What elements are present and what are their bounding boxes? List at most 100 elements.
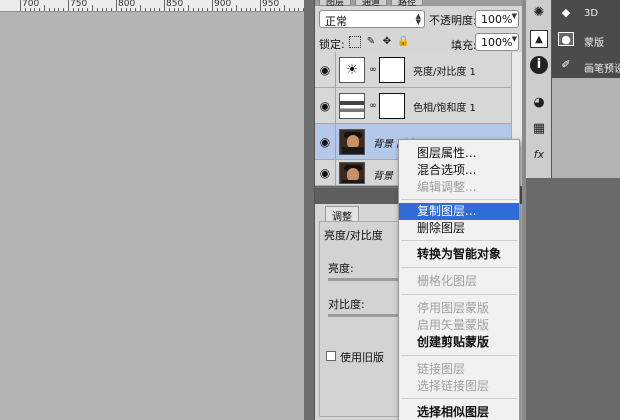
panel-tab-bar: 图层 通道 路径: [315, 0, 523, 6]
ruler-tick: [284, 5, 285, 11]
ruler-tick: [24, 8, 26, 11]
chevron-down-icon: ▼: [511, 35, 517, 43]
ruler-tick: [44, 5, 45, 11]
menu-item-layer-properties[interactable]: 图层属性...: [399, 145, 519, 162]
visibility-eye-icon[interactable]: ◉: [317, 165, 333, 181]
fx-icon[interactable]: fx: [530, 146, 548, 164]
ruler-tick: [58, 8, 60, 11]
ruler-tick: [264, 8, 266, 11]
ruler-tick: [236, 5, 237, 11]
menu-item-blending-options[interactable]: 混合选项...: [399, 162, 519, 179]
ruler-tick: [20, 0, 21, 11]
opacity-field[interactable]: 100% ▼: [475, 10, 519, 28]
layer-mask-thumbnail[interactable]: [379, 57, 405, 83]
visibility-eye-icon[interactable]: ◉: [317, 98, 333, 114]
ruler-tick: [48, 8, 50, 11]
dock-icon-strip: ✺ ▲ i ◕ ▦ fx: [526, 0, 552, 178]
visibility-eye-icon[interactable]: ◉: [317, 62, 333, 78]
ruler-tick: [202, 8, 204, 11]
ruler-tick: [188, 5, 189, 11]
tab-adjustments[interactable]: 调整: [325, 206, 359, 223]
ruler-tick: [226, 8, 228, 11]
ruler-tick: [140, 5, 141, 11]
menu-item-select-similar-layers[interactable]: 选择相似图层: [399, 404, 519, 420]
menu-item-create-clipping-mask[interactable]: 创建剪贴蒙版: [399, 334, 519, 351]
ruler-tick: [173, 8, 175, 11]
ruler-tick: [144, 8, 146, 11]
menu-item-delete-layer[interactable]: 删除图层: [399, 220, 519, 237]
menu-separator: [401, 267, 517, 268]
lock-label: 锁定:: [319, 38, 345, 51]
menu-item-select-linked-layers: 选择链接图层: [417, 379, 490, 393]
menu-item-convert-smart-object[interactable]: 转换为智能对象: [399, 246, 519, 263]
dock-background: [526, 178, 620, 420]
ruler-tick: [149, 8, 151, 11]
lock-all-icon[interactable]: 🔒: [397, 36, 409, 48]
blend-mode-select[interactable]: 正常 ▲ ▼: [319, 10, 425, 28]
ruler-tick: [240, 8, 242, 11]
tab-channels[interactable]: 通道: [355, 0, 388, 6]
legacy-checkbox[interactable]: [326, 351, 336, 361]
ruler-tick: [72, 8, 74, 11]
canvas-panel-divider[interactable]: [304, 0, 314, 420]
menu-separator: [401, 355, 517, 356]
contrast-label: 对比度:: [328, 298, 365, 311]
layer-name: 亮度/对比度 1: [413, 67, 476, 78]
palette-icon[interactable]: ◕: [530, 94, 548, 112]
dock-item-3d[interactable]: ◆ 3D: [552, 2, 620, 26]
chevron-down-icon: ▼: [511, 12, 517, 20]
visibility-eye-icon[interactable]: ◉: [317, 134, 333, 150]
image-icon[interactable]: ▲: [530, 30, 548, 48]
chain-link-icon[interactable]: ∞: [369, 101, 377, 111]
ruler-tick: [130, 8, 132, 11]
fill-field[interactable]: 100% ▼: [475, 33, 519, 51]
info-icon[interactable]: i: [530, 56, 548, 74]
lock-transparent-icon[interactable]: [349, 36, 361, 48]
ruler-tick: [63, 8, 65, 11]
layer-name: 色相/饱和度 1: [413, 103, 476, 114]
lock-position-icon[interactable]: ✥: [381, 36, 393, 48]
ruler-tick: [183, 8, 185, 11]
ruler-tick: [274, 8, 276, 11]
menu-separator: [401, 199, 517, 200]
dock-item-brush-presets[interactable]: ✐ 画笔预设: [552, 54, 620, 78]
opacity-label: 不透明度:: [429, 14, 477, 27]
ruler-tick: [77, 8, 79, 11]
ruler-tick: [53, 8, 55, 11]
menu-item-disable-layer-mask: 停用图层蒙版: [417, 301, 490, 315]
dropdown-arrows-icon: ▲ ▼: [415, 12, 421, 26]
ruler-tick: [279, 8, 281, 11]
ruler-tick: [87, 8, 89, 11]
lock-image-icon[interactable]: ✎: [365, 36, 377, 48]
chain-link-icon[interactable]: ∞: [369, 65, 377, 75]
menu-item-duplicate-layer[interactable]: 复制图层...: [399, 203, 519, 220]
ruler-tick: [197, 8, 199, 11]
tab-layers[interactable]: 图层: [319, 0, 352, 6]
fill-value: 100%: [481, 36, 513, 49]
fill-label: 填充:: [451, 39, 477, 52]
dock-item-masks[interactable]: ● 蒙版: [552, 28, 620, 52]
layer-row[interactable]: ◉ ∞ 色相/饱和度 1: [315, 88, 511, 124]
horizontal-ruler: 700 750 800 850 900 950: [0, 0, 304, 12]
tab-paths[interactable]: 路径: [391, 0, 424, 6]
brightness-contrast-icon: ☀: [339, 57, 365, 83]
ruler-tick: [212, 0, 213, 11]
opacity-value: 100%: [481, 13, 513, 26]
grid-icon[interactable]: ▦: [530, 120, 548, 138]
gear-icon[interactable]: ✺: [530, 4, 548, 22]
brightness-label: 亮度:: [328, 262, 354, 275]
ruler-tick: [106, 8, 108, 11]
adjustment-title: 亮度/对比度: [324, 229, 383, 242]
ruler-tick: [250, 8, 252, 11]
ruler-tick: [168, 8, 170, 11]
document-canvas[interactable]: 700 750 800 850 900 950: [0, 0, 304, 420]
dock-item-label: 3D: [584, 8, 599, 19]
layer-mask-thumbnail[interactable]: [379, 93, 405, 119]
ruler-tick: [164, 0, 165, 11]
ruler-tick: [154, 8, 156, 11]
menu-item-enable-vector-mask: 启用矢量蒙版: [417, 318, 490, 332]
blend-mode-value: 正常: [325, 15, 347, 28]
photo-thumbnail: [339, 162, 365, 184]
layer-row[interactable]: ◉ ☀ ∞ 亮度/对比度 1: [315, 52, 511, 88]
ruler-tick: [231, 8, 233, 11]
